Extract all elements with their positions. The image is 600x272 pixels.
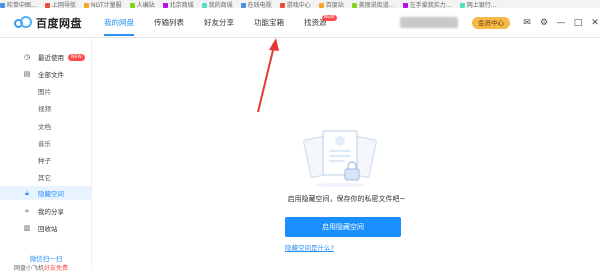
- hidden-files-illustration-icon: [303, 130, 377, 187]
- bookmarks-bar: 吹单中图… 上网导航 NGT计量服 人编站 北京商城 我的商城 在线电视 游戏中心 百度站 美丽说…: [0, 0, 600, 8]
- tab-transfer-list[interactable]: 传输列表: [154, 8, 184, 38]
- sidebar-item-videos[interactable]: 视频: [0, 101, 92, 115]
- lock-icon: 🔒︎: [25, 189, 29, 197]
- sidebar-item-hidden-space[interactable]: 🔒︎ 隐藏空间: [0, 186, 92, 200]
- wechat-promo[interactable]: 网盘小飞机好友免费: [14, 263, 68, 272]
- sidebar-item-torrents[interactable]: 种子: [0, 153, 92, 167]
- sidebar-item-label: 全部文件: [38, 71, 64, 79]
- sidebar-item-label: 图片: [38, 88, 51, 96]
- user-account-area[interactable]: [400, 17, 458, 28]
- settings-icon[interactable]: ⚙: [537, 16, 551, 30]
- tab-label: 好友分享: [204, 18, 234, 27]
- sidebar-item-label: 我的分享: [38, 208, 64, 216]
- sidebar-item-music[interactable]: 音乐: [0, 136, 92, 150]
- wechat-promo-text: 网盘小飞机: [14, 265, 45, 272]
- minimize-icon[interactable]: —: [554, 16, 568, 30]
- trash-icon: ▥: [23, 224, 31, 232]
- empty-state-text: 启用隐藏空间，保存你的私密文件吧~: [287, 195, 406, 203]
- sidebar: ◷ 最近使用 NEW ▤ 全部文件 图片 视频 文档 音乐 种子 其它 🔒︎ 隐…: [0, 39, 92, 272]
- tab-label: 功能宝箱: [254, 18, 284, 27]
- sidebar-item-all-files[interactable]: ▤ 全部文件: [0, 67, 92, 81]
- sidebar-item-docs[interactable]: 文档: [0, 119, 92, 133]
- sidebar-item-label: 回收站: [38, 225, 58, 233]
- sidebar-item-label: 隐藏空间: [38, 190, 64, 198]
- wechat-scan-label: 微信扫一扫: [29, 255, 63, 263]
- clock-icon: ◷: [23, 53, 31, 61]
- close-icon[interactable]: ✕: [588, 16, 600, 30]
- app-name: 百度网盘: [36, 17, 82, 30]
- sidebar-item-other[interactable]: 其它: [0, 170, 92, 184]
- vip-center-button[interactable]: 会员中心: [472, 17, 510, 29]
- tab-label: 传输列表: [154, 18, 184, 27]
- sidebar-item-my-shares[interactable]: ∝ 我的分享: [0, 204, 92, 218]
- sidebar-item-label: 最近使用: [38, 54, 64, 62]
- wechat-promo-highlight: 好友免费: [44, 265, 69, 272]
- main-content: 启用隐藏空间，保存你的私密文件吧~ 启用隐藏空间 隐藏空间是什么?: [93, 39, 600, 266]
- title-bar: 百度网盘 我的网盘 传输列表 好友分享 功能宝箱 找资源 NEW 会员中心 ✉ …: [0, 8, 600, 38]
- app-logo[interactable]: 百度网盘: [14, 15, 82, 31]
- sidebar-item-label: 其它: [38, 174, 51, 182]
- maximize-icon[interactable]: □: [571, 16, 585, 30]
- sidebar-item-label: 视频: [38, 105, 51, 113]
- tab-toolbox[interactable]: 功能宝箱: [254, 8, 284, 38]
- mail-icon[interactable]: ✉: [520, 16, 534, 30]
- window-controls: ✉ ⚙ — □ ✕: [520, 16, 600, 30]
- sidebar-item-recycle-bin[interactable]: ▥ 回收站: [0, 221, 92, 235]
- file-icon: ▤: [23, 70, 31, 78]
- new-badge: NEW: [321, 15, 337, 21]
- sidebar-item-label: 种子: [38, 157, 51, 165]
- main-nav: 我的网盘 传输列表 好友分享 功能宝箱 找资源 NEW: [104, 8, 347, 38]
- sidebar-item-recent[interactable]: ◷ 最近使用 NEW: [0, 50, 92, 64]
- sidebar-item-label: 文档: [38, 123, 51, 131]
- what-is-hidden-space-link[interactable]: 隐藏空间是什么?: [285, 242, 334, 252]
- new-badge: NEW: [68, 53, 85, 61]
- sidebar-item-images[interactable]: 图片: [0, 84, 92, 98]
- tab-label: 我的网盘: [104, 18, 134, 27]
- share-icon: ∝: [24, 207, 30, 215]
- enable-hidden-space-button[interactable]: 启用隐藏空间: [285, 217, 401, 237]
- tab-my-disk[interactable]: 我的网盘: [104, 8, 134, 38]
- baidu-cloud-logo-icon: [14, 16, 32, 30]
- tab-friend-share[interactable]: 好友分享: [204, 8, 234, 38]
- sidebar-item-label: 音乐: [38, 140, 51, 148]
- tab-find-resources[interactable]: 找资源 NEW: [304, 8, 337, 38]
